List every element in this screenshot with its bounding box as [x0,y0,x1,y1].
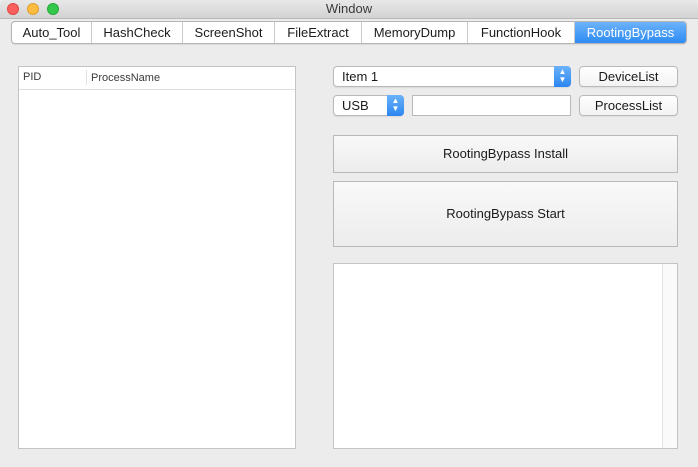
rootingbypass-install-button[interactable]: RootingBypass Install [333,135,678,173]
tab-memorydump[interactable]: MemoryDump [362,22,468,43]
app-window: Window Auto_Tool HashCheck ScreenShot Fi… [0,0,698,467]
device-select[interactable]: Item 1 ▲ ▼ [333,66,571,87]
process-input[interactable] [412,95,571,116]
chevron-updown-icon: ▲ ▼ [554,66,571,87]
column-header-pid[interactable]: PID [19,70,87,85]
rootingbypass-start-button[interactable]: RootingBypass Start [333,181,678,247]
output-textarea[interactable] [333,263,678,449]
device-select-value: Item 1 [342,69,379,84]
chevron-updown-icon: ▲ ▼ [387,95,404,116]
process-table-header: PID ProcessName [19,67,295,90]
tab-hashcheck[interactable]: HashCheck [92,22,183,43]
title-bar: Window [0,0,698,19]
process-list-button[interactable]: ProcessList [579,95,678,116]
device-list-button[interactable]: DeviceList [579,66,678,87]
tab-functionhook[interactable]: FunctionHook [468,22,575,43]
tab-rootingbypass[interactable]: RootingBypass [575,22,686,43]
tab-auto-tool[interactable]: Auto_Tool [12,22,92,43]
connection-select-value: USB [342,98,369,113]
connection-select[interactable]: USB ▲ ▼ [333,95,404,116]
output-scrollbar[interactable] [662,264,677,448]
tab-bar: Auto_Tool HashCheck ScreenShot FileExtra… [11,21,687,44]
window-title: Window [325,1,373,16]
process-table[interactable]: PID ProcessName [18,66,296,449]
column-header-processname[interactable]: ProcessName [87,67,160,89]
tab-fileextract[interactable]: FileExtract [275,22,362,43]
tab-screenshot[interactable]: ScreenShot [183,22,275,43]
